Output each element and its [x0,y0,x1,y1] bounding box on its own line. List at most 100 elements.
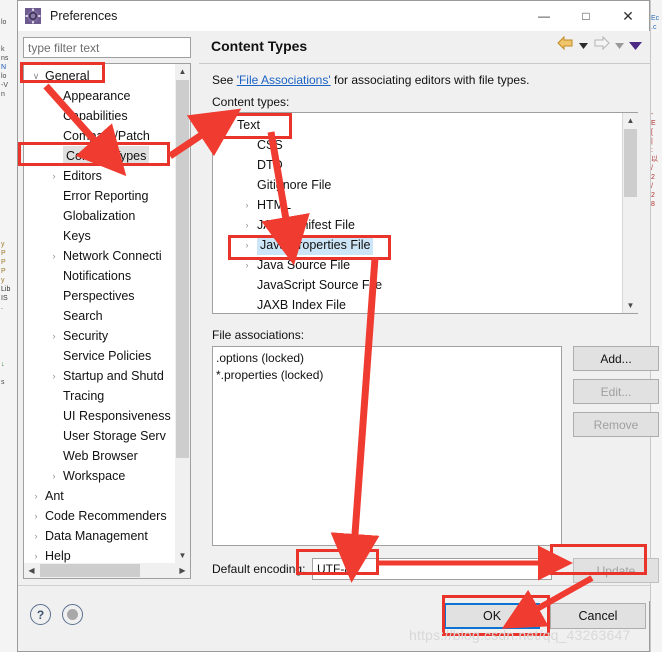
help-icon[interactable]: ? [30,604,51,625]
list-item[interactable]: .options (locked) [216,350,561,367]
scroll-left-icon[interactable]: ◀ [24,563,39,578]
sidebar-item-notifications[interactable]: Notifications [24,266,174,286]
chevron-right-icon[interactable]: › [242,235,252,255]
sidebar-item-web-browser[interactable]: Web Browser [24,446,174,466]
sidebar-item-search[interactable]: Search [24,306,174,326]
close-button[interactable]: ✕ [607,1,649,31]
sidebar-item-editors[interactable]: › Editors [24,166,174,186]
sidebar-item-ant[interactable]: › Ant [24,486,174,506]
sidebar-item-capabilities[interactable]: Capabilities [24,106,174,126]
sidebar-item-keys[interactable]: Keys [24,226,174,246]
types-scroll-thumb[interactable] [624,129,637,197]
tree-vertical-scrollbar[interactable]: ▲ ▼ [175,64,190,563]
chevron-right-icon[interactable]: › [49,366,59,386]
types-scroll-down-icon[interactable]: ▼ [623,298,638,313]
content-type-item-java-source-file[interactable]: › Java Source File [213,255,613,275]
chevron-down-icon[interactable]: ∨ [31,66,41,86]
list-item[interactable]: *.properties (locked) [216,367,561,384]
types-scroll-up-icon[interactable]: ▲ [623,113,638,128]
minimize-button[interactable]: — [523,1,565,31]
preferences-tree[interactable]: ∨ General › Appearance Capabilities Compare/P… [23,63,191,579]
sidebar-item-label: Code Recommenders [45,509,167,523]
sidebar-item-workspace[interactable]: › Workspace [24,466,174,486]
sidebar-item-content-types[interactable]: Content Types [24,146,174,166]
sidebar-item-service-policies[interactable]: Service Policies [24,346,174,366]
scroll-right-icon[interactable]: ▶ [175,563,190,578]
sidebar-item-code-recommenders[interactable]: › Code Recommenders [24,506,174,526]
content-types-label: Content types: [212,95,290,109]
chevron-right-icon[interactable]: › [49,466,59,486]
content-type-item-jar-manifest-file[interactable]: › JAR Manifest File [213,215,613,235]
default-encoding-input[interactable]: UTF-8 [312,558,552,580]
sidebar-item-error-reporting[interactable]: Error Reporting [24,186,174,206]
chevron-right-icon[interactable]: › [31,506,41,526]
sidebar-item-perspectives[interactable]: Perspectives [24,286,174,306]
sidebar-item-label: Startup and Shutd [63,369,164,383]
sidebar-item-data-management[interactable]: › Data Management [24,526,174,546]
chevron-right-icon[interactable]: › [49,166,59,186]
chevron-down-icon[interactable]: ∨ [222,115,232,135]
view-menu-dropdown-icon[interactable] [629,37,642,55]
sidebar-item-label: Notifications [63,269,132,283]
ide-right-code-text: - E[|: 以/2/2 8 [651,111,658,208]
sidebar-item-user-storage-serv[interactable]: User Storage Serv [24,426,174,446]
sidebar-item-compare-patch[interactable]: Compare/Patch [24,126,174,146]
chevron-right-icon[interactable]: › [31,486,41,506]
content-type-item-javascript-source-file[interactable]: JavaScript Source File [213,275,613,295]
scroll-up-icon[interactable]: ▲ [175,64,190,79]
content-type-item-jaxb-index-file[interactable]: JAXB Index File [213,295,613,313]
sidebar-item-label: Network Connecti [63,249,162,263]
content-type-item-dtd[interactable]: DTD [213,155,613,175]
sidebar-item-label: Tracing [63,389,105,403]
sidebar-item-label: Capabilities [63,109,128,123]
add-button[interactable]: Add... [573,346,659,371]
sidebar-item-label: Appearance [63,89,131,103]
content-type-item-html[interactable]: › HTML [213,195,613,215]
content-type-item-java-properties-file[interactable]: › Java Properties File [213,235,613,255]
back-dropdown-icon[interactable] [579,37,588,55]
file-associations-list[interactable]: .options (locked) *.properties (locked) [212,346,562,546]
filter-input[interactable]: type filter text [23,37,191,58]
sidebar-item-startup-and-shutd[interactable]: › Startup and Shutd [24,366,174,386]
ok-button[interactable]: OK [444,603,540,629]
chevron-right-icon[interactable]: › [49,86,59,106]
maximize-button[interactable]: □ [565,1,607,31]
ide-left-text: lo k ns Nlo -V n [1,19,9,98]
chevron-right-icon[interactable]: › [242,195,252,215]
content-types-tree[interactable]: ∨ Text CSS DTD Gitignore File › HTML › JAR Manif… [212,112,638,314]
scroll-down-icon[interactable]: ▼ [175,548,190,563]
content-types-vertical-scrollbar[interactable]: ▲ ▼ [622,113,638,313]
restore-defaults-icon[interactable] [62,604,83,625]
content-type-item-text[interactable]: ∨ Text [213,115,613,135]
sidebar-item-ui-responsiveness[interactable]: UI Responsiveness [24,406,174,426]
sidebar-item-label: Compare/Patch [63,129,150,143]
ide-background-right [650,0,662,652]
sidebar-item-label: Security [63,329,109,343]
sidebar-item-globalization[interactable]: Globalization [24,206,174,226]
chevron-right-icon[interactable]: › [242,255,252,275]
chevron-right-icon[interactable]: › [49,326,59,346]
chevron-right-icon[interactable]: › [242,215,252,235]
preferences-dialog: Preferences — □ ✕ type filter text ∨ Gene… [17,0,659,652]
chevron-right-icon[interactable]: › [49,246,59,266]
sidebar-item-security[interactable]: › Security [24,326,174,346]
sidebar-item-general[interactable]: ∨ General [24,66,174,86]
ide-right-text: Ec .c [651,15,660,31]
file-associations-link[interactable]: 'File Associations' [237,73,331,87]
sidebar-item-appearance[interactable]: › Appearance [24,86,174,106]
back-arrow-icon[interactable] [557,35,574,55]
page-title: Content Types [211,38,308,54]
tree-scroll-thumb[interactable] [176,80,189,458]
update-button: Update [573,558,659,583]
sidebar-item-label: Workspace [63,469,126,483]
content-types-pane: Content Types See 'File Associations' fo… [199,31,659,601]
tree-horizontal-scrollbar[interactable]: ◀ ▶ [24,563,190,578]
tree-hscroll-thumb[interactable] [40,564,140,577]
sidebar-item-network-connecti[interactable]: › Network Connecti [24,246,174,266]
cancel-button[interactable]: Cancel [550,603,646,629]
content-type-item-css[interactable]: CSS [213,135,613,155]
chevron-right-icon[interactable]: › [31,526,41,546]
content-type-item-gitignore-file[interactable]: Gitignore File [213,175,613,195]
sidebar-item-tracing[interactable]: Tracing [24,386,174,406]
content-type-label: Java Source File [257,258,351,272]
